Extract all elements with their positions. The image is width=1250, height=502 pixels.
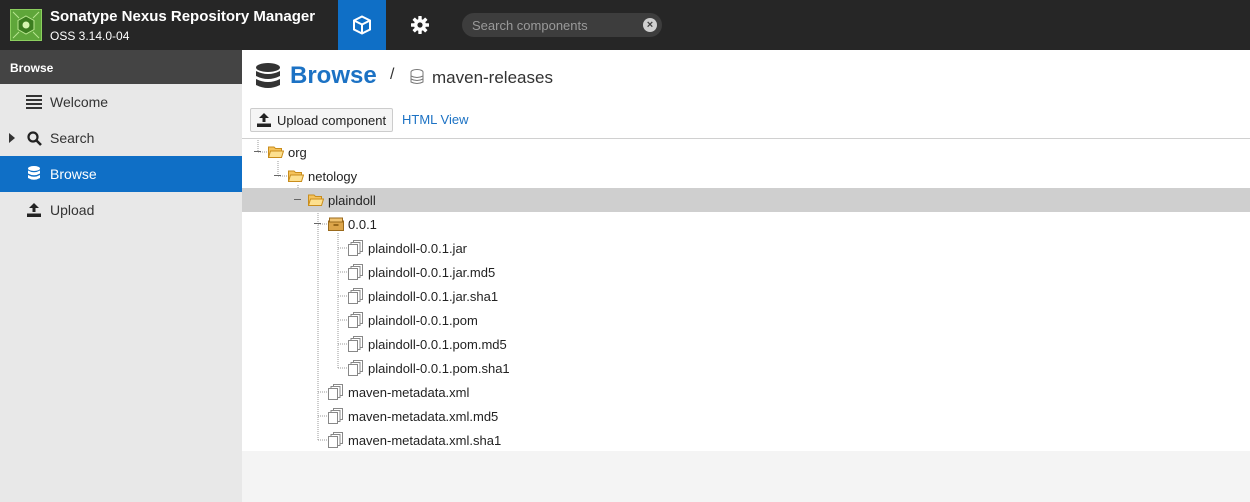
database-icon (256, 63, 280, 94)
sidebar-item-search[interactable]: Search (0, 120, 242, 156)
tree-row[interactable]: maven-metadata.xml.sha1 (242, 428, 1250, 452)
tree-node-label: maven-metadata.xml.md5 (348, 409, 499, 424)
html-view-link[interactable]: HTML View (402, 112, 468, 127)
app-version: OSS 3.14.0-04 (50, 29, 130, 43)
browse-mode-button[interactable] (338, 0, 386, 50)
file-icon (328, 432, 344, 448)
app-title: Sonatype Nexus Repository Manager (50, 8, 316, 25)
cube-icon (353, 15, 371, 35)
file-icon (348, 312, 364, 328)
empty-area (242, 451, 1250, 502)
folder-open-icon (287, 168, 305, 184)
main-panel: Browse / maven-releases Upload component… (242, 50, 1250, 502)
collapse-toggle-icon[interactable] (274, 175, 281, 176)
search-icon (26, 130, 42, 146)
file-icon (328, 408, 344, 424)
upload-icon (257, 113, 271, 130)
component-tree: org netology plaindoll 0.0.1 plaindoll-0.0.1… (242, 139, 1250, 451)
clear-search-icon[interactable]: × (643, 18, 657, 32)
tree-row[interactable]: netology (242, 164, 1250, 188)
sidebar-item-upload[interactable]: Upload (0, 192, 242, 228)
tree-row[interactable]: maven-metadata.xml (242, 380, 1250, 404)
tree-node-label: plaindoll-0.0.1.pom.md5 (368, 337, 507, 352)
collapse-toggle-icon[interactable] (254, 151, 261, 152)
sidebar-item-label: Browse (50, 166, 97, 182)
top-header: Sonatype Nexus Repository Manager OSS 3.… (0, 0, 1250, 50)
file-icon (348, 240, 364, 256)
sidebar-item-label: Welcome (50, 94, 109, 110)
folder-open-icon (307, 192, 325, 208)
tree-node-label: 0.0.1 (348, 217, 377, 232)
page-title: Browse (290, 62, 377, 89)
upload-icon (26, 202, 42, 218)
tree-row[interactable]: plaindoll-0.0.1.jar (242, 236, 1250, 260)
upload-component-button[interactable]: Upload component (250, 108, 393, 132)
administration-button[interactable] (396, 0, 444, 50)
expand-arrow-icon[interactable] (9, 133, 15, 143)
folder-open-icon (267, 144, 285, 160)
list-icon (26, 94, 42, 110)
component-icon (328, 216, 344, 232)
upload-component-label: Upload component (277, 112, 387, 128)
tree-row[interactable]: plaindoll-0.0.1.pom (242, 308, 1250, 332)
file-icon (348, 264, 364, 280)
repository-icon (410, 69, 424, 88)
gear-icon (411, 16, 429, 34)
tree-node-label: org (288, 145, 307, 160)
file-icon (348, 360, 364, 376)
breadcrumb-separator: / (390, 66, 395, 83)
tree-node-label: plaindoll-0.0.1.pom.sha1 (368, 361, 510, 376)
sidebar-item-label: Search (50, 130, 95, 146)
sidebar-item-browse[interactable]: Browse (0, 156, 242, 192)
tree-node-label: plaindoll-0.0.1.jar.md5 (368, 265, 496, 280)
tree-node-label: netology (308, 169, 358, 184)
file-icon (328, 384, 344, 400)
sidebar-item-welcome[interactable]: Welcome (0, 84, 242, 120)
tree-row[interactable]: maven-metadata.xml.md5 (242, 404, 1250, 428)
sidebar-item-label: Upload (50, 202, 95, 218)
tree-node-label: maven-metadata.xml (348, 385, 470, 400)
nexus-logo-icon (10, 9, 42, 41)
tree-row[interactable]: plaindoll-0.0.1.pom.sha1 (242, 356, 1250, 380)
tree-row[interactable]: 0.0.1 (242, 212, 1250, 236)
tree-row[interactable]: plaindoll-0.0.1.jar.sha1 (242, 284, 1250, 308)
tree-row[interactable]: plaindoll-0.0.1.jar.md5 (242, 260, 1250, 284)
sidebar: Browse Welcome Search Browse Upload (0, 50, 242, 502)
tree-node-label: plaindoll-0.0.1.jar.sha1 (368, 289, 499, 304)
file-icon (348, 336, 364, 352)
tree-node-label: maven-metadata.xml.sha1 (348, 433, 502, 448)
search-components-box: × (462, 13, 662, 37)
tree-node-label: plaindoll (328, 193, 376, 208)
search-components-input[interactable] (462, 13, 638, 37)
tree-row[interactable]: plaindoll-0.0.1.pom.md5 (242, 332, 1250, 356)
tree-row[interactable]: org (242, 140, 1250, 164)
collapse-toggle-icon[interactable] (314, 223, 321, 224)
tree-row[interactable]: plaindoll (242, 188, 1250, 212)
sidebar-header: Browse (0, 50, 242, 84)
file-icon (348, 288, 364, 304)
tree-node-label: plaindoll-0.0.1.pom (368, 313, 478, 328)
database-icon (26, 166, 42, 182)
collapse-toggle-icon[interactable] (294, 199, 301, 200)
tree-node-label: plaindoll-0.0.1.jar (368, 241, 468, 256)
repository-name: maven-releases (432, 68, 553, 87)
